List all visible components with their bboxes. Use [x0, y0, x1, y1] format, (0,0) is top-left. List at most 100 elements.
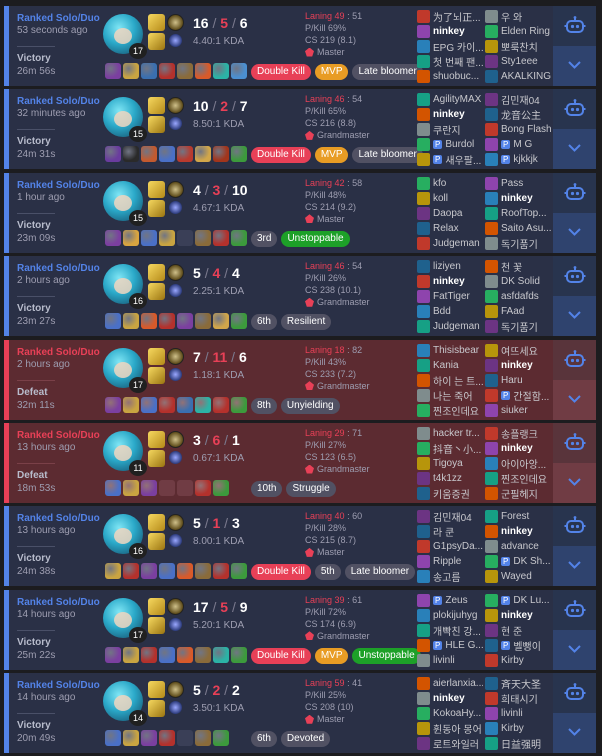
summoner-name[interactable]: 斉天大圣: [501, 676, 541, 691]
secondary-rune-icon[interactable]: [169, 617, 182, 631]
summoner-name[interactable]: ninkey: [433, 26, 465, 37]
share-robot-icon[interactable]: [564, 182, 586, 201]
summoner-spell-2-icon[interactable]: [148, 700, 165, 718]
player-row[interactable]: Elden Ring: [485, 24, 551, 39]
keystone-rune-icon[interactable]: [167, 347, 184, 365]
share-robot-icon[interactable]: [564, 683, 586, 701]
player-row[interactable]: 휜동아 몽어: [417, 721, 483, 736]
player-row[interactable]: 우 와: [485, 9, 551, 24]
player-row[interactable]: 아이아앙...: [485, 456, 551, 471]
item-slot-8[interactable]: [231, 563, 247, 580]
player-row[interactable]: P 새우팔...: [417, 152, 483, 167]
summoner-spell-2-icon[interactable]: [148, 533, 165, 551]
item-slot-6[interactable]: [195, 313, 211, 330]
summoner-spell-1-icon[interactable]: [148, 514, 165, 532]
player-row[interactable]: Judgeman: [417, 236, 483, 251]
share-robot-icon[interactable]: [564, 599, 586, 618]
player-row[interactable]: Pass: [485, 176, 551, 191]
player-row[interactable]: 하이 는 트...: [417, 373, 483, 388]
match-card[interactable]: Ranked Solo/Duo 13 hours ago Defeat 18m …: [4, 423, 596, 503]
item-slot-4[interactable]: [159, 480, 175, 496]
summoner-name[interactable]: AKALKING: [501, 71, 551, 82]
item-slot-8[interactable]: [231, 646, 247, 663]
player-row[interactable]: FatTiger: [417, 289, 483, 304]
summoner-name[interactable]: 김민재04: [501, 92, 540, 107]
match-card[interactable]: Ranked Solo/Duo 14 hours ago Victory 20m…: [4, 673, 596, 754]
summoner-name[interactable]: FatTiger: [433, 291, 470, 302]
player-row[interactable]: P Zeus: [417, 593, 483, 608]
summoner-name[interactable]: 휜동아 몽어: [433, 721, 482, 736]
player-row[interactable]: Relax: [417, 221, 483, 236]
player-row[interactable]: Thisisbear: [417, 343, 483, 358]
item-slot-4[interactable]: [159, 730, 175, 747]
summoner-name[interactable]: ninkey: [501, 360, 533, 371]
keystone-rune-icon[interactable]: [167, 97, 184, 115]
player-row[interactable]: livinli: [485, 706, 551, 721]
item-slot-2[interactable]: [123, 730, 139, 747]
expand-button[interactable]: [553, 546, 596, 587]
player-row[interactable]: Forest: [485, 509, 551, 524]
player-row[interactable]: P Burdol: [417, 137, 483, 152]
summoner-name[interactable]: 첫 번째 팬...: [433, 54, 483, 69]
summoner-name[interactable]: Wayed: [501, 571, 532, 582]
summoner-name[interactable]: 벨뻥이: [513, 638, 541, 653]
player-row[interactable]: ninkey: [485, 441, 551, 456]
summoner-name[interactable]: 아이아앙...: [501, 456, 546, 471]
item-slot-5[interactable]: [177, 146, 193, 163]
summoner-name[interactable]: Kirby: [501, 655, 524, 666]
player-row[interactable]: ninkey: [485, 608, 551, 623]
player-row[interactable]: aierlanxia...: [417, 676, 483, 691]
player-row[interactable]: Kania: [417, 358, 483, 373]
player-row[interactable]: ninkey: [417, 107, 483, 122]
item-slot-7[interactable]: [213, 313, 229, 330]
summoner-spell-1-icon[interactable]: [148, 264, 165, 282]
player-row[interactable]: Haru: [485, 373, 551, 388]
summoner-name[interactable]: 김민재04: [433, 509, 472, 524]
player-row[interactable]: Pkjkkjk: [485, 152, 551, 167]
summoner-name[interactable]: ninkey: [433, 693, 465, 704]
secondary-rune-icon[interactable]: [169, 284, 182, 298]
item-slot-4[interactable]: [159, 63, 175, 79]
summoner-name[interactable]: 여뜨세요: [501, 343, 538, 358]
item-slot-4[interactable]: [159, 563, 175, 580]
summoner-name[interactable]: advance: [501, 541, 539, 552]
item-slot-7[interactable]: [213, 63, 229, 79]
summoner-name[interactable]: 간절함...: [513, 388, 549, 403]
summoner-name[interactable]: Sty1eee: [501, 56, 538, 67]
expand-button[interactable]: [553, 296, 596, 337]
share-robot-icon[interactable]: [564, 349, 586, 368]
secondary-rune-icon[interactable]: [169, 534, 182, 548]
summoner-name[interactable]: 천 꽃: [501, 259, 522, 274]
player-row[interactable]: 개빡친 강...: [417, 623, 483, 638]
summoner-name[interactable]: 군필헤지: [501, 486, 538, 501]
player-row[interactable]: 日益强明: [485, 736, 551, 751]
match-card[interactable]: Ranked Solo/Duo 1 hour ago Victory 23m 0…: [4, 172, 596, 253]
item-slot-1[interactable]: [105, 730, 121, 747]
summoner-name[interactable]: ninkey: [433, 276, 465, 287]
summoner-name[interactable]: Thisisbear: [433, 345, 479, 356]
summoner-name[interactable]: 우 와: [501, 9, 522, 24]
player-row[interactable]: 김민재04: [417, 509, 483, 524]
summoner-name[interactable]: 로트와일러: [433, 736, 479, 751]
share-robot-icon[interactable]: [564, 99, 586, 117]
player-row[interactable]: P 간절함...: [485, 388, 551, 403]
share-robot-icon[interactable]: [564, 433, 586, 451]
summoner-name[interactable]: Haru: [501, 375, 523, 386]
player-row[interactable]: livinli: [417, 653, 483, 668]
player-row[interactable]: 나는 죽어: [417, 388, 483, 403]
summoner-name[interactable]: Pass: [501, 178, 523, 189]
player-row[interactable]: P DK Sh...: [485, 554, 551, 569]
item-slot-3[interactable]: [141, 63, 157, 79]
match-card[interactable]: Ranked Solo/Duo 14 hours ago Victory 25m…: [4, 589, 596, 670]
player-row[interactable]: 군필헤지: [485, 486, 551, 501]
summoner-name[interactable]: Judgeman: [433, 321, 480, 332]
player-row[interactable]: 라 쿤: [417, 524, 483, 539]
summoner-name[interactable]: Tigoya: [433, 458, 463, 469]
summoner-spell-1-icon[interactable]: [148, 431, 165, 448]
summoner-name[interactable]: koll: [433, 193, 448, 204]
player-row[interactable]: EPG 카이...: [417, 39, 483, 54]
share-robot-icon[interactable]: [564, 516, 586, 534]
summoner-name[interactable]: 송플랭크: [501, 426, 538, 441]
item-slot-4[interactable]: [159, 146, 175, 163]
summoner-name[interactable]: Saito Asu...: [501, 223, 551, 234]
